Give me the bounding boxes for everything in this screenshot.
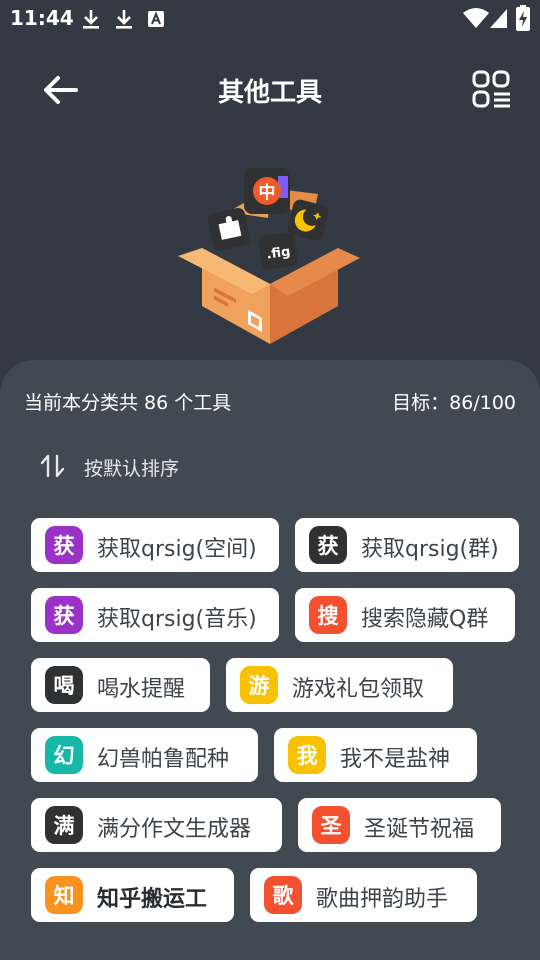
tool-label: 圣诞节祝福 <box>364 817 475 842</box>
tool-badge-icon: 歌 <box>264 876 302 914</box>
tool-badge-icon: 满 <box>45 806 83 844</box>
battery-charging-icon <box>516 5 530 31</box>
tool-chip-game-gift-pack[interactable]: 游 游戏礼包领取 <box>226 658 453 712</box>
tool-badge-icon: 搜 <box>309 596 347 634</box>
tool-label: 搜索隐藏Q群 <box>361 607 489 632</box>
tool-chip-qrsig-music[interactable]: 获 获取qrsig(音乐) <box>31 588 279 642</box>
tool-count-summary: 当前本分类共 86 个工具 <box>24 392 232 414</box>
tool-badge-icon: 获 <box>45 526 83 564</box>
status-bar: 11:44 <box>0 0 540 36</box>
tool-chip-hidden-group-search[interactable]: 搜 搜索隐藏Q群 <box>295 588 515 642</box>
wifi-icon <box>463 8 489 28</box>
tool-label: 获取qrsig(群) <box>361 537 499 562</box>
tool-chip-palworld-breeding[interactable]: 幻 幻兽帕鲁配种 <box>31 728 258 782</box>
tool-label: 我不是盐神 <box>340 747 451 772</box>
tool-badge-icon: 圣 <box>312 806 350 844</box>
grid-view-icon[interactable] <box>470 68 514 112</box>
tool-label: 获取qrsig(音乐) <box>97 607 257 632</box>
status-time: 11:44 <box>10 6 74 30</box>
target-progress: 目标：86/100 <box>392 392 516 414</box>
tool-chip-christmas-greetings[interactable]: 圣 圣诞节祝福 <box>298 798 501 852</box>
tool-badge-icon: 我 <box>288 736 326 774</box>
tool-chip-essay-generator[interactable]: 满 满分作文生成器 <box>31 798 282 852</box>
tool-badge-icon: 喝 <box>45 666 83 704</box>
zh-icon-glyph: 中 <box>259 182 276 203</box>
toolbox-illustration-icon: 中 .fig <box>178 168 360 344</box>
tool-chip-drink-water-reminder[interactable]: 喝 喝水提醒 <box>31 658 210 712</box>
tool-label: 歌曲押韵助手 <box>316 887 449 912</box>
tool-label: 游戏礼包领取 <box>292 677 425 702</box>
tool-label: 获取qrsig(空间) <box>97 537 257 562</box>
text-notification-icon <box>148 11 164 27</box>
tool-label: 满分作文生成器 <box>97 817 252 842</box>
download-icon <box>83 10 99 29</box>
tool-badge-icon: 获 <box>45 596 83 634</box>
signal-icon <box>490 9 507 28</box>
tool-chip-not-salt-god[interactable]: 我 我不是盐神 <box>274 728 477 782</box>
app-bar: 其他工具 <box>0 52 540 126</box>
page-title: 其他工具 <box>217 78 322 108</box>
tool-chip-qrsig-qzone[interactable]: 获 获取qrsig(空间) <box>31 518 279 572</box>
tool-chip-qrsig-group[interactable]: 获 获取qrsig(群) <box>295 518 519 572</box>
tool-badge-icon: 游 <box>240 666 278 704</box>
download-icon <box>116 10 132 29</box>
tool-chip-lyric-rhyme-helper[interactable]: 歌 歌曲押韵助手 <box>250 868 477 922</box>
tools-panel: 当前本分类共 86 个工具 目标：86/100 按默认排序 获 获取qrsig(… <box>0 360 540 960</box>
sort-label: 按默认排序 <box>84 458 180 480</box>
tool-chip-zhihu-mover[interactable]: 知 知乎搬运工 <box>31 868 234 922</box>
sort-icon <box>40 454 65 478</box>
tool-label: 知乎搬运工 <box>97 887 208 912</box>
tool-label: 幻兽帕鲁配种 <box>97 747 230 772</box>
tool-badge-icon: 获 <box>309 526 347 564</box>
tool-badge-icon: 幻 <box>45 736 83 774</box>
tool-label: 喝水提醒 <box>97 677 186 702</box>
tool-badge-icon: 知 <box>45 876 83 914</box>
